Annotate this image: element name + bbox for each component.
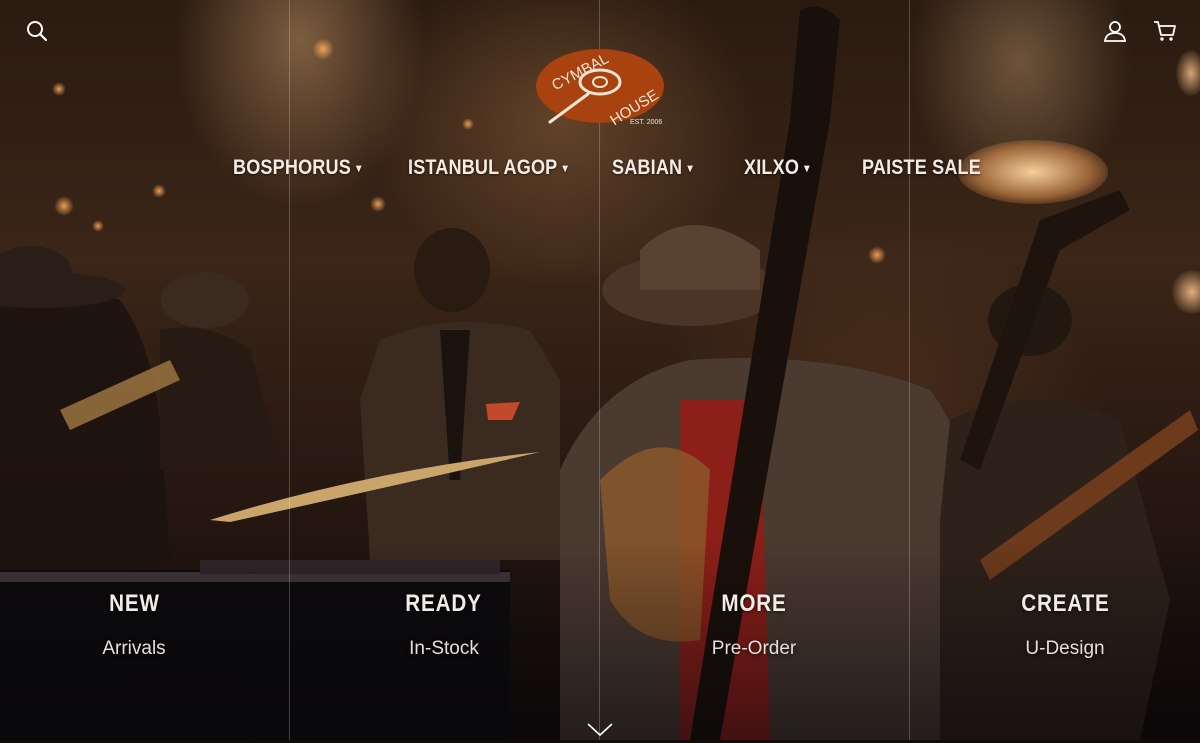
cart-button[interactable] (1152, 18, 1178, 44)
tile-title: READY (405, 590, 483, 617)
nav-item-label: BOSPHORUS (233, 156, 351, 179)
tile-ready-in-stock[interactable]: READY In-Stock (299, 590, 589, 660)
tile-title: MORE (721, 590, 787, 617)
main-nav: BOSPHORUS ▾ ISTANBUL AGOP ▾ SABIAN ▾ XILXO ▾… (0, 156, 1200, 188)
tile-subtitle: U-Design (1025, 638, 1105, 659)
caret-down-icon: ▾ (356, 161, 362, 176)
user-icon (1103, 21, 1127, 42)
nav-item-sabian[interactable]: SABIAN ▾ (612, 156, 693, 180)
tile-title: CREATE (1020, 590, 1110, 617)
site-logo[interactable]: CYMBAL HOUSE EST. 2006 (530, 42, 670, 132)
search-button[interactable] (24, 18, 50, 44)
search-icon (27, 21, 48, 42)
tile-subtitle: Pre-Order (711, 638, 797, 659)
nav-item-bosphorus[interactable]: BOSPHORUS ▾ (233, 156, 361, 180)
account-button[interactable] (1102, 18, 1128, 44)
tile-more-pre-order[interactable]: MORE Pre-Order (609, 590, 899, 660)
nav-item-label: XILXO (744, 156, 800, 179)
scroll-down-button[interactable] (586, 718, 614, 738)
column-divider (289, 0, 290, 740)
hat-second (161, 272, 249, 328)
cart-icon (1154, 21, 1176, 41)
nav-item-label: PAISTE SALE (862, 156, 981, 179)
tile-subtitle: Arrivals (102, 638, 166, 659)
column-divider (909, 0, 910, 740)
nav-item-paiste-sale[interactable]: PAISTE SALE (862, 156, 981, 180)
tile-title: NEW (108, 590, 160, 617)
caret-down-icon: ▾ (562, 161, 568, 176)
nav-item-istanbul-agop[interactable]: ISTANBUL AGOP ▾ (408, 156, 568, 180)
tile-subtitle: In-Stock (409, 638, 479, 659)
chevron-down-icon (587, 723, 613, 737)
nav-item-label: SABIAN (612, 156, 683, 179)
logo-est-text: EST. 2006 (630, 119, 662, 126)
tile-create-u-design[interactable]: CREATE U-Design (920, 590, 1200, 660)
tile-new-arrivals[interactable]: NEW Arrivals (0, 590, 279, 660)
caret-down-icon: ▾ (687, 161, 693, 176)
nav-item-xilxo[interactable]: XILXO ▾ (744, 156, 810, 180)
nav-item-label: ISTANBUL AGOP (408, 156, 558, 179)
caret-down-icon: ▾ (804, 161, 810, 176)
